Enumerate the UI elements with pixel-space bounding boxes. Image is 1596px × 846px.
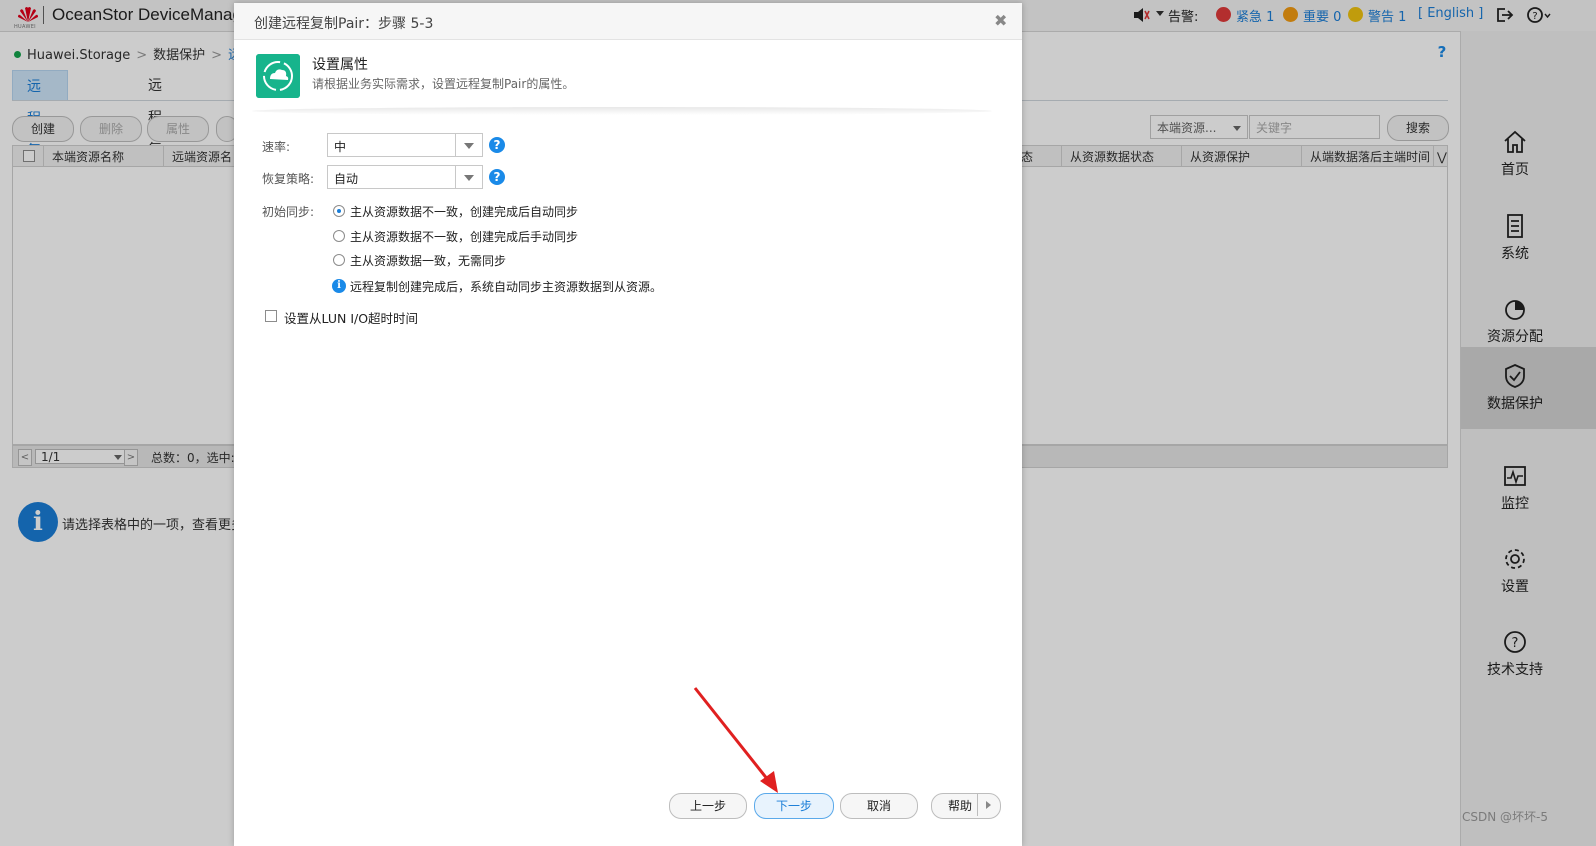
rate-select[interactable]: 中	[327, 133, 483, 157]
recovery-value: 自动	[334, 172, 359, 186]
init-sync-manual-label[interactable]: 主从资源数据不一致，创建完成后手动同步	[350, 228, 578, 245]
chevron-down-icon[interactable]	[455, 134, 482, 156]
prev-step-button[interactable]: 上一步	[669, 793, 747, 819]
step-divider	[252, 107, 992, 115]
init-sync-none-label[interactable]: 主从资源数据一致，无需同步	[350, 252, 506, 269]
step-description: 请根据业务实际需求，设置远程复制Pair的属性。	[312, 77, 575, 91]
step-title: 设置属性	[312, 57, 368, 73]
annotation-arrow-icon	[693, 687, 778, 793]
init-sync-note: 远程复制创建完成后，系统自动同步主资源数据到从资源。	[350, 280, 663, 294]
rate-value: 中	[334, 140, 347, 154]
init-sync-label: 初始同步:	[262, 205, 315, 219]
init-sync-manual-radio[interactable]	[333, 230, 345, 242]
sync-cloud-icon	[256, 54, 300, 98]
info-icon: i	[332, 279, 346, 293]
io-timeout-checkbox[interactable]	[265, 310, 277, 322]
rate-label: 速率:	[262, 140, 291, 154]
init-sync-auto-label[interactable]: 主从资源数据不一致，创建完成后自动同步	[350, 203, 578, 220]
init-sync-auto-radio[interactable]	[333, 205, 345, 217]
dialog-title-bar: 创建远程复制Pair：步骤 5-3 ✖	[234, 3, 1022, 40]
help-expand-icon[interactable]	[977, 794, 1000, 816]
next-step-button[interactable]: 下一步	[754, 793, 834, 819]
recovery-help-icon[interactable]: ?	[489, 169, 505, 185]
cancel-button[interactable]: 取消	[840, 793, 918, 819]
help-button-label: 帮助	[948, 799, 973, 813]
chevron-down-icon[interactable]	[455, 166, 482, 188]
close-icon[interactable]: ✖	[994, 11, 1007, 30]
io-timeout-label[interactable]: 设置从LUN I/O超时时间	[284, 308, 418, 327]
dialog-title: 创建远程复制Pair：步骤 5-3	[254, 16, 434, 32]
create-pair-dialog: 创建远程复制Pair：步骤 5-3 ✖ 设置属性 请根据业务实际需求，设置远程复…	[234, 3, 1022, 846]
recovery-select[interactable]: 自动	[327, 165, 483, 189]
init-sync-none-radio[interactable]	[333, 254, 345, 266]
recovery-label: 恢复策略:	[262, 172, 315, 186]
help-button[interactable]: 帮助	[931, 793, 1001, 819]
rate-help-icon[interactable]: ?	[489, 137, 505, 153]
